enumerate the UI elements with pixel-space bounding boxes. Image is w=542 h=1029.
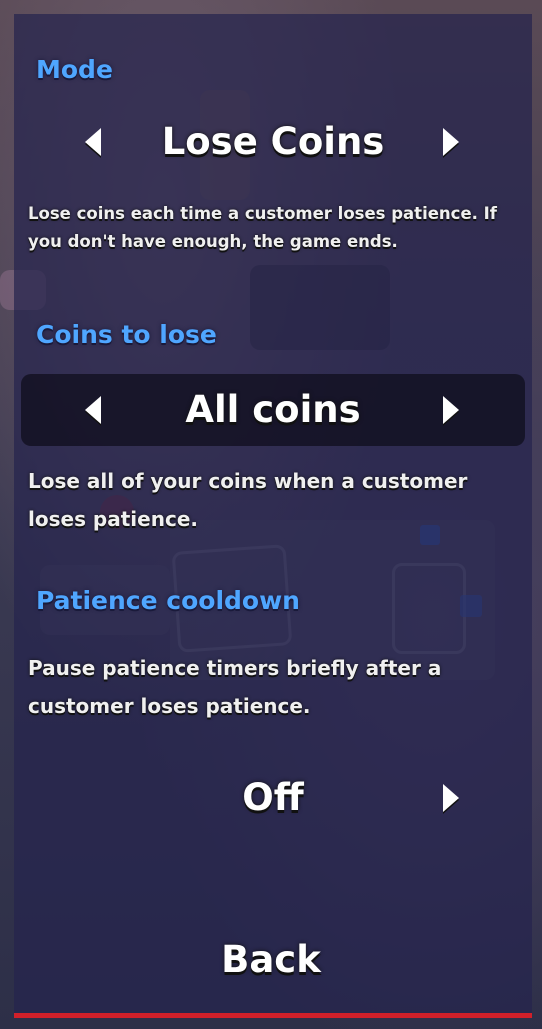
coins-to-lose-next-arrow-icon[interactable] xyxy=(431,374,471,446)
patience-cooldown-heading: Patience cooldown xyxy=(36,586,300,615)
coins-to-lose-selector[interactable]: All coins xyxy=(21,374,525,446)
patience-cooldown-selector: Off xyxy=(21,762,525,834)
patience-cooldown-next-arrow-icon[interactable] xyxy=(431,762,471,834)
mode-selector: Lose Coins xyxy=(21,106,525,178)
back-button[interactable]: Back xyxy=(150,925,392,995)
patience-cooldown-description: Pause patience timers briefly after a cu… xyxy=(28,656,442,718)
mode-heading: Mode xyxy=(36,55,113,84)
bottom-accent-bar xyxy=(14,1013,532,1018)
mode-previous-arrow-icon[interactable] xyxy=(73,106,113,178)
coins-to-lose-heading: Coins to lose xyxy=(36,320,217,349)
coins-to-lose-description: Lose all of your coins when a customer l… xyxy=(28,469,468,531)
coins-to-lose-previous-arrow-icon[interactable] xyxy=(73,374,113,446)
mode-next-arrow-icon[interactable] xyxy=(431,106,471,178)
mode-description: Lose coins each time a customer loses pa… xyxy=(28,204,497,251)
